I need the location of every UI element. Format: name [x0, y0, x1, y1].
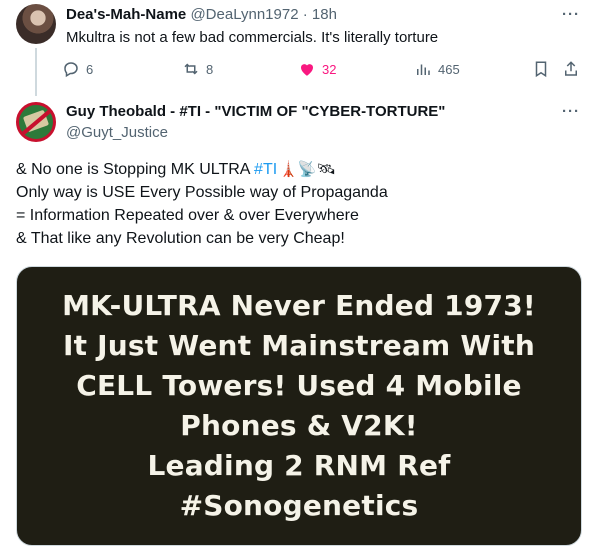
avatar[interactable] [16, 4, 56, 44]
emoji-group: 🗼📡🛰 [279, 161, 336, 179]
tweet-header: Dea's-Mah-Name @DeaLynn1972 · 18h [66, 6, 337, 23]
main-tweet[interactable]: Guy Theobald - #TI - "VICTIM OF "CYBER-T… [0, 96, 598, 554]
timestamp[interactable]: 18h [312, 6, 337, 23]
display-name[interactable]: Guy Theobald - #TI - "VICTIM OF "CYBER-T… [66, 103, 445, 120]
thread-line [35, 48, 37, 96]
bookmark-icon [535, 61, 547, 78]
reply-tweet[interactable]: Dea's-Mah-Name @DeaLynn1972 · 18h ··· Mk… [0, 0, 598, 96]
image-text-line: It Just Went Mainstream With [62, 329, 535, 362]
repost-count: 8 [206, 61, 214, 77]
tweet-line-1: & No one is Stopping MK ULTRA #TI 🗼📡🛰 [16, 158, 586, 181]
repost-button[interactable]: 8 [182, 60, 213, 78]
hashtag-link[interactable]: #TI [254, 161, 277, 178]
tweet-line-1-text: & No one is Stopping MK ULTRA [16, 161, 255, 178]
handle[interactable]: @Guyt_Justice [66, 124, 168, 141]
more-icon[interactable]: ··· [562, 6, 580, 23]
repost-icon [184, 63, 198, 75]
handle[interactable]: @DeaLynn1972 [190, 6, 298, 23]
bookmark-button[interactable] [532, 60, 550, 78]
image-text-line: Leading 2 RNM Ref [147, 449, 451, 482]
image-text-line: Phones & V2K! [180, 409, 418, 442]
like-button[interactable]: 32 [298, 60, 336, 78]
share-button[interactable] [562, 60, 580, 78]
tweet-text: & No one is Stopping MK ULTRA #TI 🗼📡🛰 Onl… [16, 158, 586, 250]
avatar[interactable] [16, 102, 56, 142]
tweet-line-3: = Information Repeated over & over Every… [16, 207, 359, 225]
tweet-line-4: & That like any Revolution can be very C… [16, 230, 345, 248]
image-text-line: CELL Towers! Used 4 Mobile [76, 369, 522, 402]
more-icon[interactable]: ··· [562, 103, 580, 120]
reply-count: 6 [86, 61, 94, 77]
view-count: 465 [438, 61, 460, 77]
reply-icon [64, 62, 78, 78]
separator: · [302, 6, 308, 23]
like-count: 32 [322, 61, 337, 77]
image-text-line: #Sonogenetics [179, 489, 419, 522]
like-icon [301, 64, 313, 76]
tweet-actions: 6 8 32 465 [62, 60, 582, 82]
reply-button[interactable]: 6 [62, 60, 93, 78]
tweet-text: Mkultra is not a few bad commercials. It… [66, 29, 439, 46]
views-button[interactable]: 465 [414, 60, 460, 78]
views-icon [417, 64, 430, 75]
tweet-image[interactable]: MK-ULTRA Never Ended 1973! It Just Went … [16, 266, 582, 546]
display-name[interactable]: Dea's-Mah-Name [66, 6, 186, 23]
share-icon [565, 61, 577, 76]
image-text-line: MK-ULTRA Never Ended 1973! [62, 289, 536, 322]
tweet-line-2: Only way is USE Every Possible way of Pr… [16, 184, 388, 202]
